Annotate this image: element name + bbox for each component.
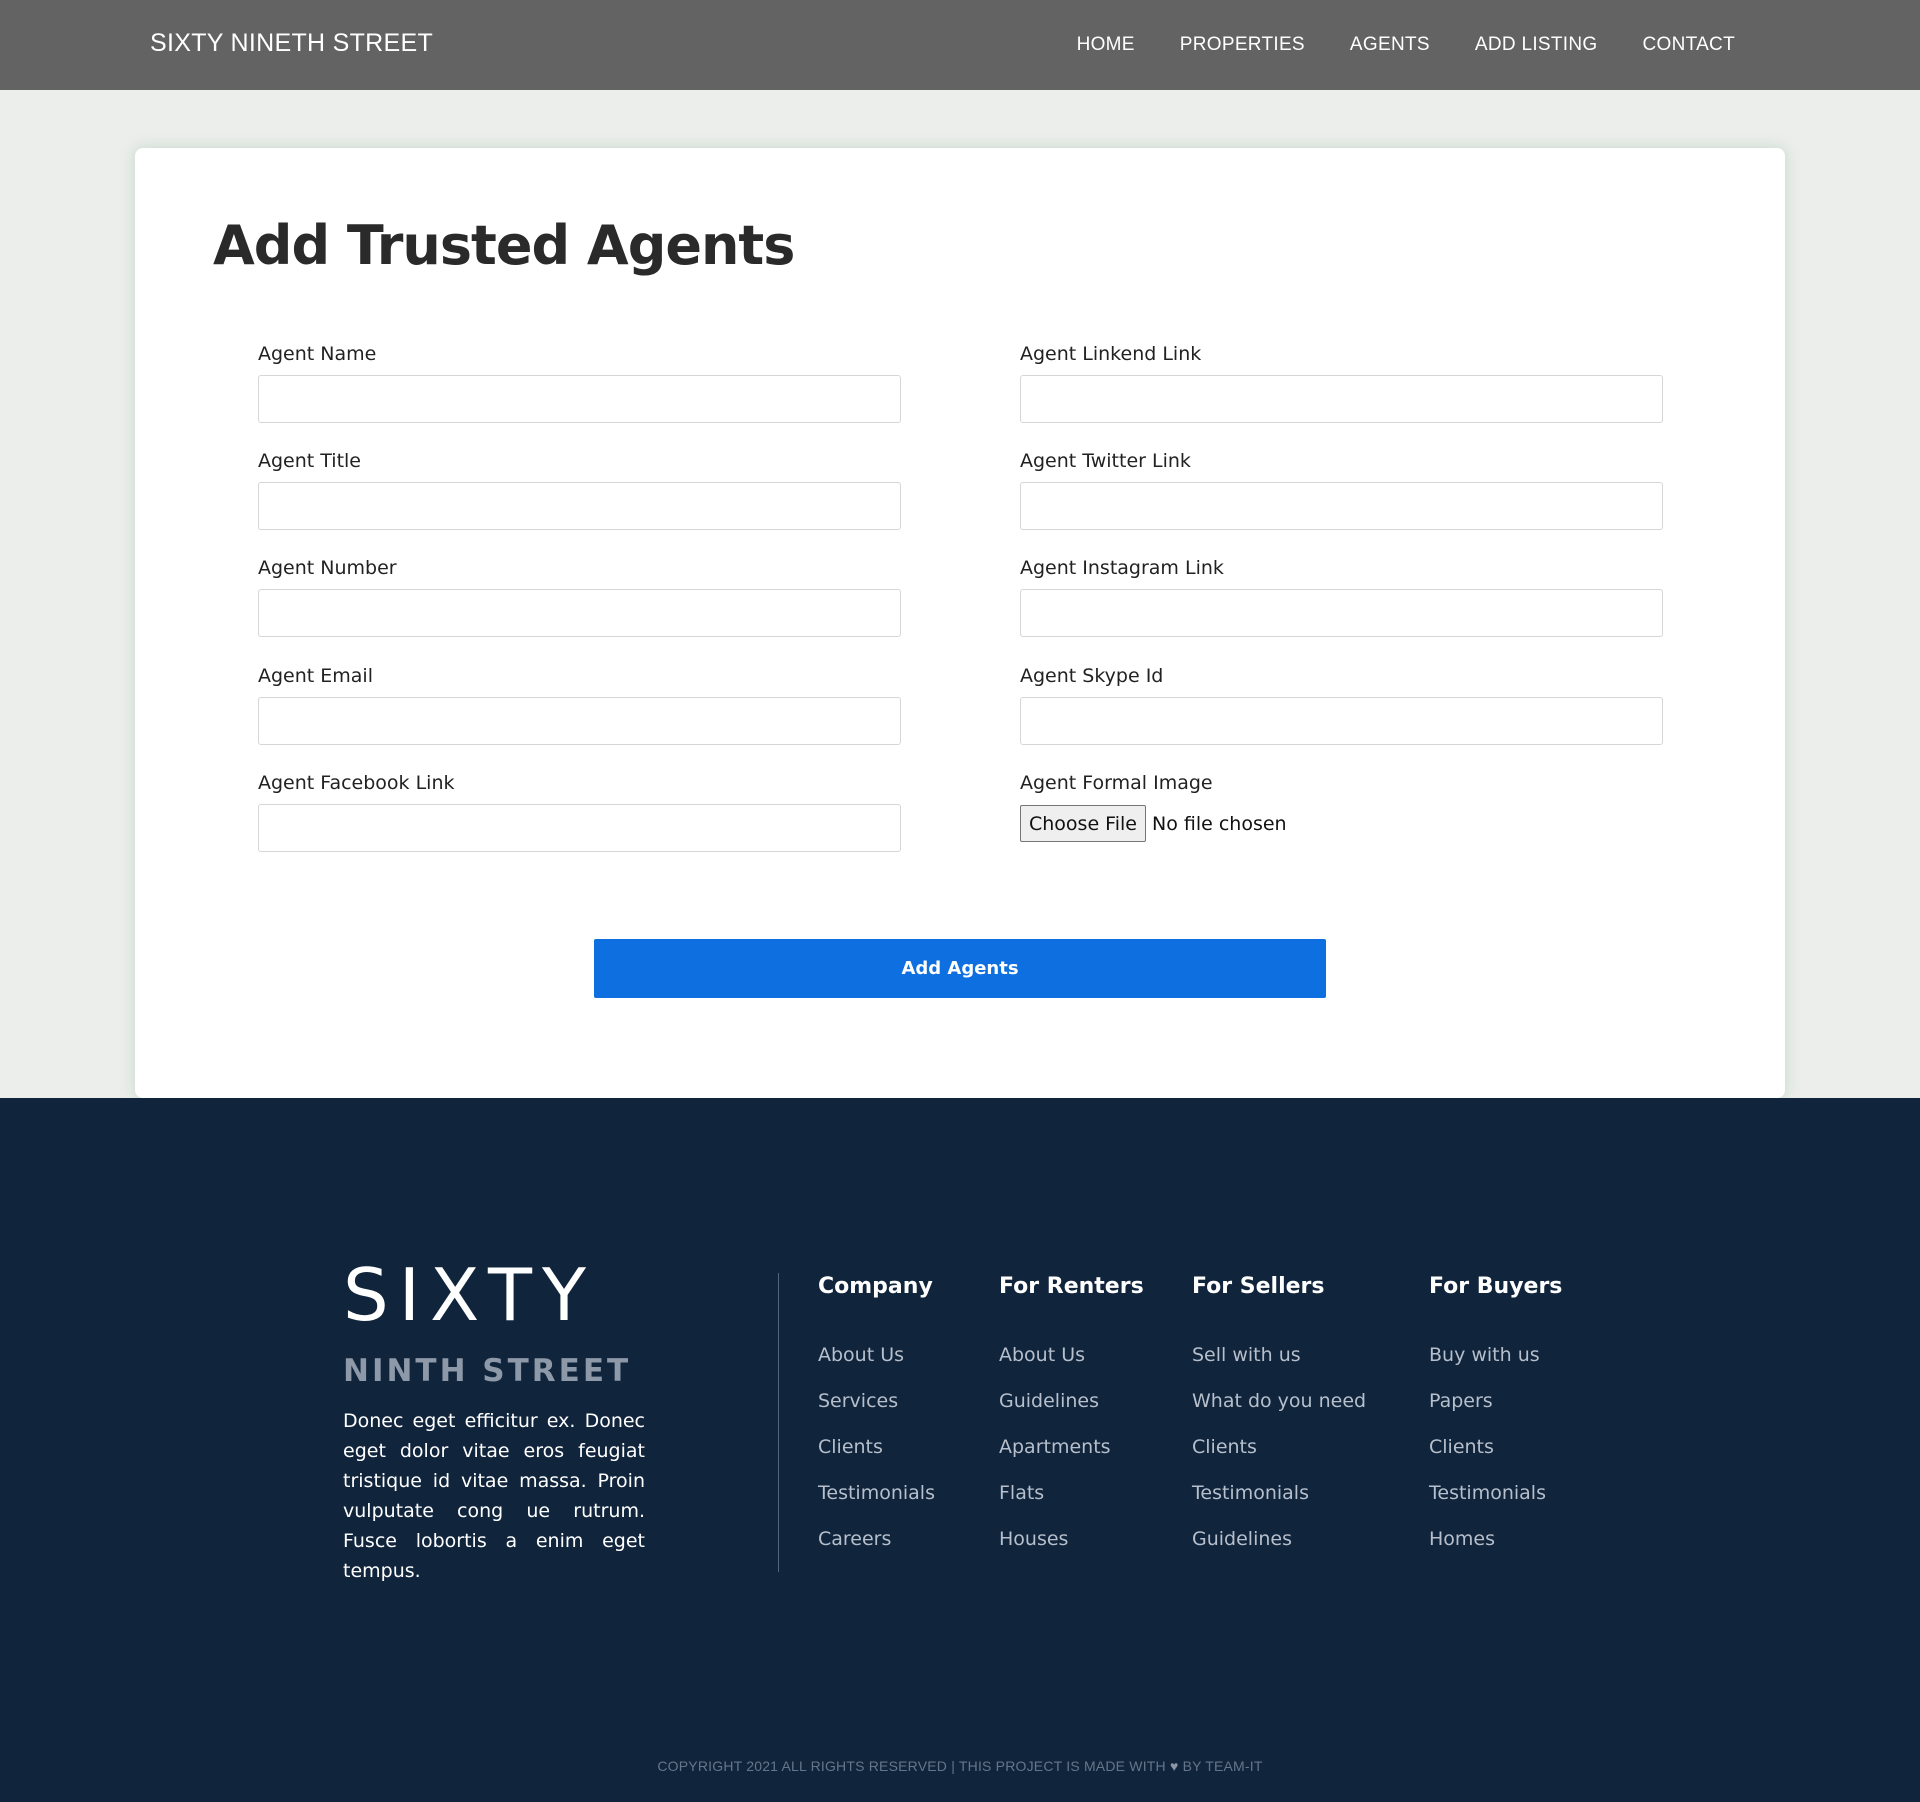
footer-description: Donec eget efficitur ex. Donec eget dolo… (343, 1410, 645, 1582)
agent-facebook-input[interactable] (258, 804, 901, 852)
nav-link-add-listing[interactable]: ADD LISTING (1475, 34, 1598, 56)
file-status-text: No file chosen (1151, 812, 1287, 835)
footer-link[interactable]: Clients (1192, 1434, 1366, 1480)
footer-col-company: Company About Us Services Clients Testim… (818, 1274, 935, 1572)
footer-link[interactable]: About Us (818, 1342, 935, 1388)
footer-col-sellers: For Sellers Sell with us What do you nee… (1192, 1274, 1366, 1572)
agent-number-label: Agent Number (258, 557, 397, 579)
nav-link-home[interactable]: HOME (1077, 34, 1135, 56)
footer-link[interactable]: About Us (999, 1342, 1144, 1388)
agent-name-label: Agent Name (258, 343, 377, 365)
add-agents-button[interactable]: Add Agents (594, 939, 1326, 998)
agent-image-label: Agent Formal Image (1020, 772, 1213, 794)
agent-twitter-field: Agent Twitter Link (1020, 450, 1663, 530)
agent-name-input[interactable] (258, 375, 901, 423)
agent-linkedin-field: Agent Linkend Link (1020, 343, 1663, 423)
site-footer: SIXTY NINTH STREET Donec eget efficitur … (0, 1098, 1920, 1802)
footer-logo-main: SIXTY (343, 1253, 596, 1337)
agent-number-field: Agent Number (258, 557, 901, 637)
footer-col-renters: For Renters About Us Guidelines Apartmen… (999, 1274, 1144, 1572)
agent-instagram-field: Agent Instagram Link (1020, 557, 1663, 637)
footer-col-title: Company (818, 1274, 933, 1299)
footer-link[interactable]: Clients (1429, 1434, 1562, 1480)
agent-skype-field: Agent Skype Id (1020, 665, 1663, 745)
agent-title-label: Agent Title (258, 450, 361, 472)
page-title: Add Trusted Agents (213, 214, 795, 277)
footer-link[interactable]: Testimonials (818, 1480, 935, 1526)
copyright-suffix: BY TEAM-IT (1182, 1758, 1263, 1774)
agent-title-input[interactable] (258, 482, 901, 530)
footer-link[interactable]: Apartments (999, 1434, 1144, 1480)
footer-col-title: For Renters (999, 1274, 1144, 1299)
nav-links: HOME PROPERTIES AGENTS ADD LISTING CONTA… (1032, 0, 1735, 90)
agent-facebook-label: Agent Facebook Link (258, 772, 455, 794)
footer-link[interactable]: Sell with us (1192, 1342, 1366, 1388)
footer-col-title: For Sellers (1192, 1274, 1325, 1299)
nav-link-agents[interactable]: AGENTS (1350, 34, 1430, 56)
top-navbar: SIXTY NINETH STREET HOME PROPERTIES AGEN… (0, 0, 1920, 90)
footer-link[interactable]: Buy with us (1429, 1342, 1562, 1388)
footer-link[interactable]: Testimonials (1192, 1480, 1366, 1526)
footer-divider (778, 1273, 779, 1572)
agent-linkedin-label: Agent Linkend Link (1020, 343, 1202, 365)
footer-col-title: For Buyers (1429, 1274, 1563, 1299)
footer-link[interactable]: Homes (1429, 1526, 1562, 1572)
footer-link[interactable]: Houses (999, 1526, 1144, 1572)
footer-link[interactable]: Testimonials (1429, 1480, 1562, 1526)
agent-email-input[interactable] (258, 697, 901, 745)
footer-col-buyers: For Buyers Buy with us Papers Clients Te… (1429, 1274, 1562, 1572)
footer-logo-sub: NINTH STREET (343, 1353, 632, 1389)
agent-email-field: Agent Email (258, 665, 901, 745)
footer-link[interactable]: What do you need (1192, 1388, 1366, 1434)
agent-twitter-input[interactable] (1020, 482, 1663, 530)
agent-instagram-label: Agent Instagram Link (1020, 557, 1224, 579)
agent-title-field: Agent Title (258, 450, 901, 530)
agent-email-label: Agent Email (258, 665, 373, 687)
agent-instagram-input[interactable] (1020, 589, 1663, 637)
agent-facebook-field: Agent Facebook Link (258, 772, 901, 852)
nav-link-contact[interactable]: CONTACT (1642, 34, 1735, 56)
agent-twitter-label: Agent Twitter Link (1020, 450, 1191, 472)
footer-link[interactable]: Guidelines (1192, 1526, 1366, 1572)
copyright-text: COPYRIGHT 2021 ALL RIGHTS RESERVED | THI… (0, 1758, 1920, 1774)
heart-icon: ♥ (1169, 1758, 1179, 1774)
file-upload: Choose File No file chosen (1020, 805, 1287, 842)
agent-image-field: Agent Formal Image Choose File No file c… (1020, 772, 1663, 852)
footer-link[interactable]: Clients (818, 1434, 935, 1480)
agent-name-field: Agent Name (258, 343, 901, 423)
footer-link[interactable]: Services (818, 1388, 935, 1434)
footer-link[interactable]: Careers (818, 1526, 935, 1572)
footer-link[interactable]: Guidelines (999, 1388, 1144, 1434)
agent-number-input[interactable] (258, 589, 901, 637)
footer-link[interactable]: Flats (999, 1480, 1144, 1526)
choose-file-button[interactable]: Choose File (1020, 805, 1146, 842)
copyright-prefix: COPYRIGHT 2021 ALL RIGHTS RESERVED | THI… (657, 1758, 1166, 1774)
nav-link-properties[interactable]: PROPERTIES (1180, 34, 1305, 56)
agent-skype-input[interactable] (1020, 697, 1663, 745)
add-agent-card: Add Trusted Agents Agent Name Agent Titl… (135, 148, 1785, 1098)
agent-linkedin-input[interactable] (1020, 375, 1663, 423)
agent-skype-label: Agent Skype Id (1020, 665, 1164, 687)
brand-logo[interactable]: SIXTY NINETH STREET (150, 29, 433, 58)
footer-link[interactable]: Papers (1429, 1388, 1562, 1434)
